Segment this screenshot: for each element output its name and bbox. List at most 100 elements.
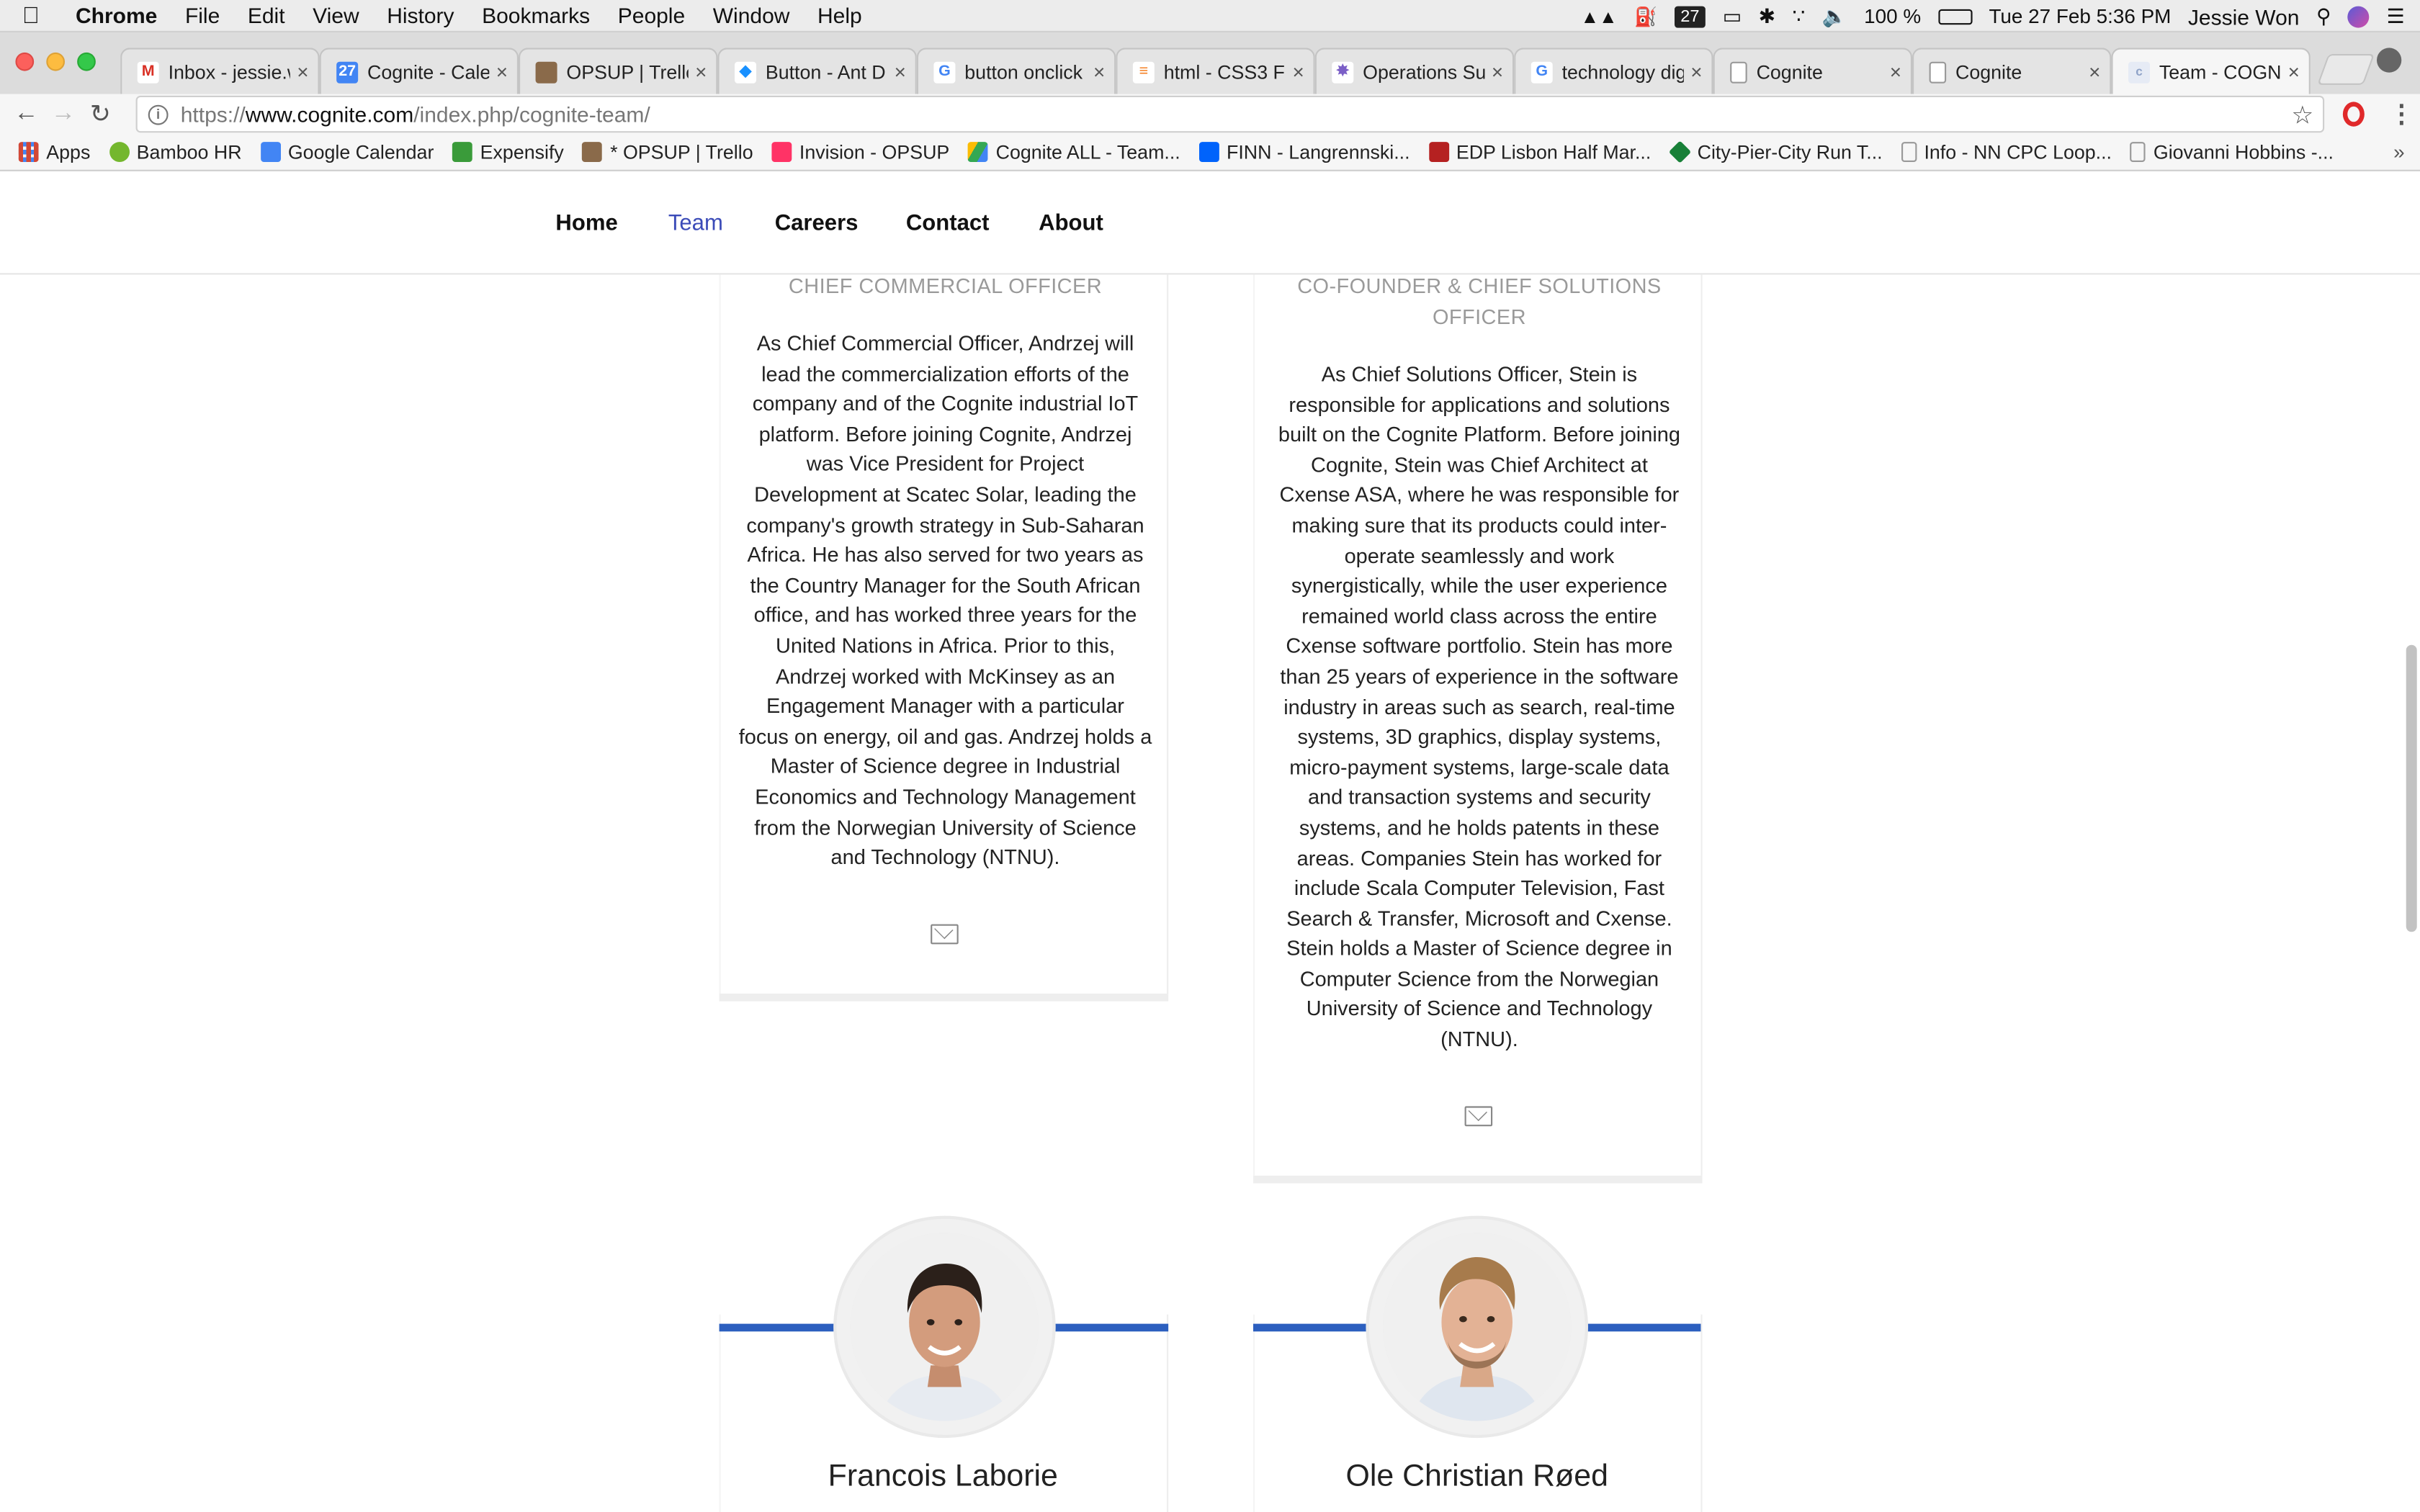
google-drive-icon [968, 142, 988, 162]
site-info-icon[interactable]: i [148, 104, 169, 125]
tab-technology[interactable]: Gtechnology dig × [1514, 48, 1713, 94]
new-tab-button[interactable] [2317, 54, 2375, 85]
battery-status[interactable]: 100 % [1864, 4, 1921, 27]
cat-icon[interactable]: ▲▲ [1581, 6, 1618, 27]
bio-text: As Chief Solutions Officer, Stein is resp… [1278, 362, 1680, 1051]
nav-contact[interactable]: Contact [906, 212, 990, 236]
tab-google-search[interactable]: Gbutton onclick × [916, 48, 1116, 94]
mail-icon[interactable] [931, 924, 959, 945]
mail-icon[interactable] [1464, 1106, 1493, 1127]
notification-center-icon[interactable]: ☰ [2387, 4, 2405, 28]
profile-icon[interactable] [2377, 48, 2402, 73]
close-tab-icon[interactable]: × [2089, 60, 2100, 84]
screen:  Chrome File Edit View History Bookmark… [0, 0, 2420, 1512]
forward-icon[interactable]: → [45, 100, 81, 128]
bookmarks-overflow-icon[interactable]: » [2393, 140, 2405, 163]
close-tab-icon[interactable]: × [895, 60, 906, 84]
calendar-badge-icon[interactable]: 27 [1674, 5, 1706, 27]
bookmark-cognite-all[interactable]: Cognite ALL - Team... [968, 141, 1180, 163]
close-tab-icon[interactable]: × [1093, 60, 1105, 84]
zoom-window-button[interactable] [77, 52, 96, 71]
reload-icon[interactable]: ↻ [82, 99, 119, 130]
bookmark-expensify[interactable]: Expensify [452, 141, 564, 163]
close-tab-icon[interactable]: × [1492, 60, 1503, 84]
calendar-icon: 27 [336, 60, 359, 83]
bookmark-star-icon[interactable]: ☆ [2291, 100, 2313, 131]
close-tab-icon[interactable]: × [2288, 60, 2300, 84]
nav-home[interactable]: Home [555, 212, 617, 236]
team-card-cso: CO-FOUNDER & CHIEF SOLUTIONS OFFICER As C… [1253, 173, 1703, 1176]
close-tab-icon[interactable]: × [1292, 60, 1304, 84]
menu-edit[interactable]: Edit [234, 3, 299, 27]
menu-view[interactable]: View [299, 3, 373, 27]
bookmark-finn[interactable]: FINN - Langrennski... [1198, 141, 1410, 163]
close-tab-icon[interactable]: × [695, 60, 707, 84]
url-host: www.cognite.com [245, 102, 414, 127]
opera-extension-icon[interactable] [2342, 102, 2365, 127]
airplay-icon[interactable]: ▭ [1723, 4, 1742, 28]
bookmark-opsup-trello[interactable]: * OPSUP | Trello [582, 141, 753, 163]
spotlight-icon[interactable]: ⚲ [2316, 4, 2331, 28]
volume-icon[interactable]: 🔈 [1822, 4, 1847, 28]
tab-cognite-2[interactable]: Cognite × [1912, 48, 2112, 94]
nav-team[interactable]: Team [668, 212, 723, 236]
team-card-cco: CHIEF COMMERCIAL OFFICER As Chief Commer… [719, 173, 1169, 994]
close-tab-icon[interactable]: × [1890, 60, 1901, 84]
menu-help[interactable]: Help [804, 3, 876, 27]
address-bar[interactable]: i https://www.cognite.com/index.php/cogn… [135, 95, 2325, 133]
tab-team-cognite[interactable]: c Team - COGNI × [2111, 48, 2311, 94]
battery-icon[interactable] [1937, 8, 1972, 24]
bookmark-edp-lisbon[interactable]: EDP Lisbon Half Mar... [1428, 141, 1651, 163]
portrait-ole [1383, 1233, 1572, 1421]
menu-people[interactable]: People [604, 3, 699, 27]
docker-icon[interactable]: ⛽ [1634, 6, 1657, 27]
avatar-ole [1383, 1233, 1572, 1421]
url-path: /index.php/cognite-team/ [413, 102, 650, 127]
bluetooth-icon[interactable]: ✱ [1759, 4, 1775, 28]
tab-calendar[interactable]: 27 Cognite - Cale × [319, 48, 519, 94]
apple-icon[interactable]:  [0, 2, 62, 28]
accent-bar [1051, 1323, 1169, 1332]
menu-app-name[interactable]: Chrome [62, 3, 171, 27]
menu-file[interactable]: File [171, 3, 234, 27]
bookmark-google-calendar[interactable]: Google Calendar [260, 141, 434, 163]
trello-icon [535, 60, 557, 83]
page-icon [1730, 60, 1747, 83]
google-icon: G [1531, 60, 1553, 83]
person-name-ole: Ole Christian Røed [1345, 1459, 1608, 1494]
tab-ant-design[interactable]: ◆ Button - Ant D × [717, 48, 917, 94]
bookmark-nn-cpc[interactable]: Info - NN CPC Loop... [1901, 141, 2112, 163]
gmail-icon: M [137, 60, 159, 83]
bookmark-city-pier-city[interactable]: City-Pier-City Run T... [1668, 140, 1883, 163]
close-window-button[interactable] [15, 52, 35, 71]
siri-icon[interactable] [2348, 5, 2370, 27]
avatar-ring [833, 1215, 1056, 1439]
site-nav: Home Team Careers Contact About [0, 173, 2420, 275]
tab-inbox[interactable]: M Inbox - jessie.w × [120, 48, 320, 94]
menu-window[interactable]: Window [699, 3, 803, 27]
clock[interactable]: Tue 27 Feb 5:36 PM [1989, 4, 2171, 27]
nav-careers[interactable]: Careers [775, 212, 859, 236]
user-name[interactable]: Jessie Won [2188, 4, 2300, 28]
bookmark-apps[interactable]: Apps [18, 141, 90, 163]
bookmark-giovanni[interactable]: Giovanni Hobbins -... [2130, 141, 2334, 163]
menu-history[interactable]: History [373, 3, 468, 27]
menu-bookmarks[interactable]: Bookmarks [468, 3, 604, 27]
tab-operations[interactable]: ✸ Operations Sup × [1314, 48, 1515, 94]
back-icon[interactable]: ← [8, 100, 45, 128]
wifi-icon[interactable]: ∵ [1793, 4, 1806, 28]
url-scheme: https:// [180, 102, 246, 127]
tab-cognite-1[interactable]: Cognite × [1713, 48, 1912, 94]
chrome-menu-icon[interactable]: ⋮ [2389, 99, 2414, 130]
close-tab-icon[interactable]: × [1690, 60, 1702, 84]
close-tab-icon[interactable]: × [297, 60, 308, 84]
nav-about[interactable]: About [1039, 212, 1103, 236]
bio-text: As Chief Commercial Officer, Andrzej wil… [738, 331, 1152, 869]
bookmark-invision[interactable]: Invision - OPSUP [771, 141, 949, 163]
minimize-window-button[interactable] [46, 52, 65, 71]
tab-stackoverflow[interactable]: ≡ html - CSS3 Fl × [1116, 48, 1315, 94]
bookmark-bamboo-hr[interactable]: Bamboo HR [109, 141, 242, 163]
page-scrollbar[interactable] [2406, 644, 2417, 932]
tab-trello[interactable]: OPSUP | Trello × [519, 48, 718, 94]
close-tab-icon[interactable]: × [496, 60, 508, 84]
